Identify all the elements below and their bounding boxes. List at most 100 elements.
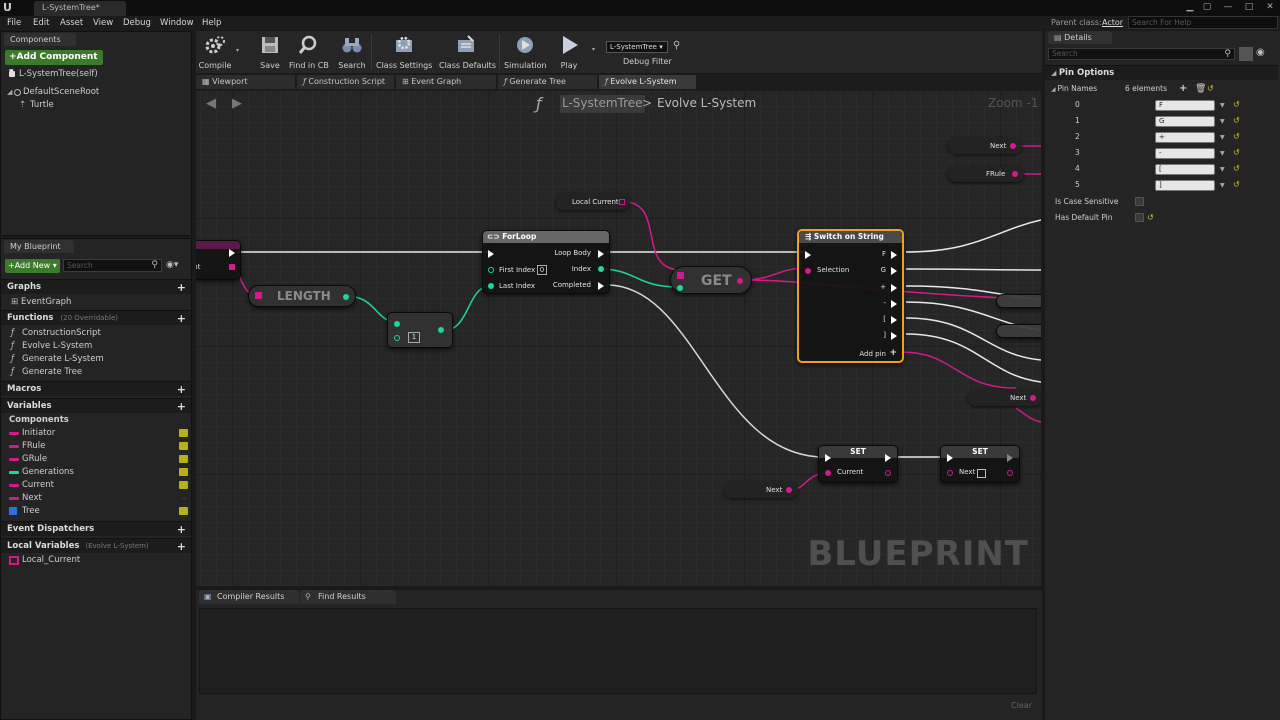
variable-item[interactable]: Generations xyxy=(9,466,191,479)
reset-to-default-icon[interactable]: ↺ xyxy=(1233,129,1240,145)
document-tab[interactable]: L-SystemTree* xyxy=(34,1,126,16)
exec-in-pin[interactable] xyxy=(805,251,811,259)
menu-window[interactable]: Window xyxy=(160,16,194,30)
reset-to-default-icon[interactable]: ↺ xyxy=(1207,81,1214,97)
visibility-eye-icon[interactable] xyxy=(179,507,188,515)
find-in-cb-button[interactable]: Find in CB xyxy=(289,31,329,73)
add-new-button[interactable]: +Add New ▾ xyxy=(5,259,60,273)
class-settings-button[interactable]: Class Settings xyxy=(376,31,432,73)
property-matrix-icon[interactable] xyxy=(1239,47,1253,61)
exec-out-pin[interactable] xyxy=(229,249,235,257)
first-index-pin[interactable] xyxy=(488,267,494,273)
int-out-pin[interactable] xyxy=(438,327,444,333)
offscreen-node[interactable] xyxy=(996,324,1041,338)
pin-name-input[interactable]: ] xyxy=(1155,180,1215,191)
restore-icon[interactable]: ▢ xyxy=(1201,2,1213,13)
next-in-pin[interactable] xyxy=(947,470,953,476)
frule-getter[interactable]: FRule xyxy=(948,166,1024,182)
functions-section[interactable]: Functions (20 Overridable) + xyxy=(1,310,191,325)
pin-name-input[interactable]: F xyxy=(1155,100,1215,111)
function-item[interactable]: ƒ Generate L-System xyxy=(11,353,104,366)
view-options-eye-icon[interactable]: ◉▾ xyxy=(166,260,178,270)
pin-name-input[interactable]: G xyxy=(1155,116,1215,127)
add-variable-plus-icon[interactable]: + xyxy=(177,399,186,414)
case-exec-pin[interactable] xyxy=(891,267,897,275)
pin-name-input[interactable]: - xyxy=(1155,148,1215,159)
switch-on-string-node[interactable]: ⇶ Switch on String Selection F G + - [ ]… xyxy=(797,229,904,363)
add-dispatcher-plus-icon[interactable]: + xyxy=(177,522,186,537)
exec-in-pin[interactable] xyxy=(488,250,494,258)
length-node[interactable]: LENGTH xyxy=(248,285,356,307)
array-in-pin[interactable] xyxy=(255,292,262,299)
exec-out-pin[interactable] xyxy=(885,454,891,462)
reset-to-default-icon[interactable]: ↺ xyxy=(1233,177,1240,193)
add-function-plus-icon[interactable]: + xyxy=(177,311,186,326)
element-options-chevron-icon[interactable]: ▼ xyxy=(1220,130,1225,146)
int-in-pin-b[interactable] xyxy=(394,335,400,341)
subtract-value-field[interactable]: 1 xyxy=(408,332,420,343)
completed-exec-pin[interactable] xyxy=(598,282,604,290)
menu-edit[interactable]: Edit xyxy=(33,16,49,30)
menu-debug[interactable]: Debug xyxy=(123,16,151,30)
string-out-pin[interactable] xyxy=(1010,143,1016,149)
blueprint-graph-canvas[interactable]: ◀ ▶ ƒ L-SystemTree > Evolve L-System Zoo… xyxy=(196,90,1041,586)
exec-in-pin[interactable] xyxy=(947,454,953,462)
macros-section[interactable]: Macros + xyxy=(1,381,191,396)
exec-in-pin[interactable] xyxy=(825,454,831,462)
add-element-plus-icon[interactable]: + xyxy=(1179,81,1187,97)
is-case-sensitive-checkbox[interactable] xyxy=(1135,197,1144,206)
reset-to-default-icon[interactable]: ↺ xyxy=(1233,161,1240,177)
element-options-chevron-icon[interactable]: ▼ xyxy=(1220,114,1225,130)
variable-item[interactable]: FRule xyxy=(9,440,191,453)
reset-to-default-icon[interactable]: ↺ xyxy=(1147,210,1154,226)
case-exec-pin[interactable] xyxy=(891,316,897,324)
case-exec-pin[interactable] xyxy=(891,251,897,259)
index-in-pin[interactable] xyxy=(677,285,683,291)
case-exec-pin[interactable] xyxy=(891,284,897,292)
string-out-pin[interactable] xyxy=(1012,171,1018,177)
has-default-pin-checkbox[interactable] xyxy=(1135,213,1144,222)
next-getter[interactable]: Next xyxy=(724,482,798,498)
add-macro-plus-icon[interactable]: + xyxy=(177,382,186,397)
exec-out-pin-unconnected[interactable] xyxy=(1007,454,1013,462)
string-out-pin[interactable] xyxy=(229,264,235,270)
int-out-pin[interactable] xyxy=(343,294,349,300)
next-value-field[interactable] xyxy=(977,469,986,478)
variable-item[interactable]: Next – xyxy=(9,492,191,505)
reset-to-default-icon[interactable]: ↺ xyxy=(1233,113,1240,129)
set-current-node[interactable]: SET Current xyxy=(818,445,898,483)
details-search-input[interactable]: Search ⚲ xyxy=(1048,48,1235,60)
variable-item[interactable]: Initiator xyxy=(9,427,191,440)
compile-options-chevron-icon[interactable]: ▾ xyxy=(236,47,239,54)
element-options-chevron-icon[interactable]: ▼ xyxy=(1220,178,1225,194)
reset-to-default-icon[interactable]: ↺ xyxy=(1233,97,1240,113)
tab-find-results[interactable]: ⚲ Find Results xyxy=(300,590,396,604)
help-search-input[interactable]: Search For Help xyxy=(1128,16,1278,29)
maximize-window-button[interactable]: □ xyxy=(1243,2,1255,13)
offscreen-node[interactable] xyxy=(996,294,1041,308)
menu-asset[interactable]: Asset xyxy=(60,16,83,30)
my-blueprint-search-input[interactable]: Search ⚲ xyxy=(63,259,162,272)
add-component-button[interactable]: +Add Component ▾ xyxy=(5,50,103,77)
case-exec-pin[interactable] xyxy=(891,300,897,308)
variable-item[interactable]: Current xyxy=(9,479,191,492)
array-in-pin[interactable] xyxy=(677,272,684,279)
function-item[interactable]: ƒ Evolve L-System xyxy=(11,340,92,353)
case-exec-pin[interactable] xyxy=(891,332,897,340)
component-default-scene-root[interactable]: ◢ DefaultSceneRoot xyxy=(7,86,99,99)
search-button[interactable]: Search xyxy=(336,31,368,73)
minimize-icon[interactable]: ▁ xyxy=(1184,2,1196,13)
element-options-chevron-icon[interactable]: ▼ xyxy=(1220,146,1225,162)
function-item[interactable]: ƒ Generate Tree xyxy=(11,366,82,379)
string-out-pin[interactable] xyxy=(737,278,743,284)
current-in-pin[interactable] xyxy=(825,470,831,476)
string-array-out-pin[interactable] xyxy=(619,199,625,205)
debug-object-select[interactable]: L-SystemTree ▾ xyxy=(606,41,668,53)
subtract-node[interactable]: 1 xyxy=(387,312,453,348)
class-defaults-button[interactable]: Class Defaults xyxy=(439,31,496,73)
forward-arrow-icon[interactable]: ▶ xyxy=(232,96,242,111)
element-options-chevron-icon[interactable]: ▼ xyxy=(1220,162,1225,178)
string-out-pin[interactable] xyxy=(1030,395,1036,401)
get-node[interactable]: GET xyxy=(670,266,752,294)
function-item[interactable]: ƒ ConstructionScript xyxy=(11,327,101,340)
